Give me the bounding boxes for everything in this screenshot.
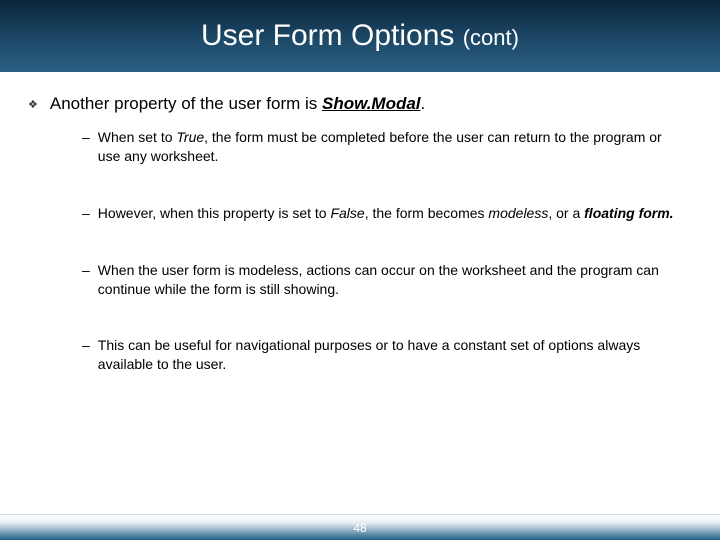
sub2-pre: However, when this property is set to — [98, 205, 331, 221]
sub2-em3: floating form. — [584, 205, 673, 221]
slide-header: User Form Options (cont) — [0, 0, 720, 72]
diamond-bullet-icon: ❖ — [28, 98, 38, 111]
dash-icon: – — [82, 336, 90, 355]
bullet-text: Another property of the user form is Sho… — [50, 94, 425, 114]
sub2-mid: , the form becomes — [365, 205, 489, 221]
bullet-trail: . — [421, 94, 426, 113]
sub-text: However, when this property is set to Fa… — [98, 204, 674, 223]
sub2-em2: modeless — [488, 205, 548, 221]
slide-body: ❖ Another property of the user form is S… — [0, 72, 720, 374]
sub1-em: True — [176, 129, 204, 145]
sub1-pre: When set to — [98, 129, 177, 145]
slide-title: User Form Options (cont) — [201, 19, 519, 53]
sub-bullet-4: – This can be useful for navigational pu… — [82, 336, 682, 374]
sub-text: This can be useful for navigational purp… — [98, 336, 682, 374]
dash-icon: – — [82, 261, 90, 280]
sub2-mid2: , or a — [548, 205, 584, 221]
sub2-em1: False — [330, 205, 364, 221]
dash-icon: – — [82, 128, 90, 147]
sub-bullet-2: – However, when this property is set to … — [82, 204, 682, 223]
title-main: User Form Options — [201, 19, 463, 52]
bullet-lead: Another property of the user form is — [50, 94, 322, 113]
dash-icon: – — [82, 204, 90, 223]
bullet-main: ❖ Another property of the user form is S… — [28, 94, 700, 114]
sub-bullet-3: – When the user form is modeless, action… — [82, 261, 682, 299]
sub-text: When set to True, the form must be compl… — [98, 128, 682, 166]
sub4-text: This can be useful for navigational purp… — [98, 337, 640, 372]
page-number: 48 — [353, 521, 366, 535]
bullet-property: Show.Modal — [322, 94, 421, 113]
title-suffix: (cont) — [463, 25, 519, 50]
sub3-text: When the user form is modeless, actions … — [98, 262, 659, 297]
sub-text: When the user form is modeless, actions … — [98, 261, 682, 299]
sub-bullet-1: – When set to True, the form must be com… — [82, 128, 682, 166]
slide-footer: 48 — [0, 514, 720, 540]
